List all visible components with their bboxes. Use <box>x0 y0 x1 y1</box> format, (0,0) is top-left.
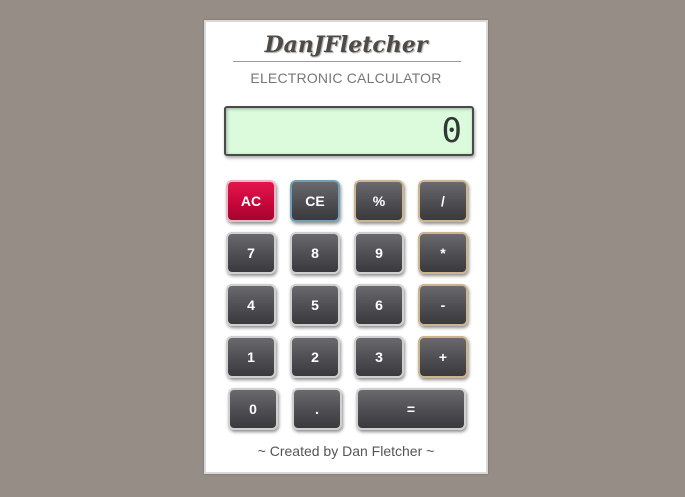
digit-3-button[interactable]: 3 <box>354 336 404 378</box>
footer-credit: ~ Created by Dan Fletcher ~ <box>257 443 435 459</box>
calculator-subtitle: ELECTRONIC CALCULATOR <box>250 70 442 86</box>
equals-button[interactable]: = <box>356 388 466 430</box>
digit-5-button[interactable]: 5 <box>290 284 340 326</box>
all-clear-button[interactable]: AC <box>226 180 276 222</box>
percent-button[interactable]: % <box>354 180 404 222</box>
title-divider <box>233 61 461 62</box>
digit-9-button[interactable]: 9 <box>354 232 404 274</box>
calculator-display: 0 <box>224 106 474 156</box>
calculator: DanJFletcher ELECTRONIC CALCULATOR 0 AC … <box>204 20 488 474</box>
digit-0-button[interactable]: 0 <box>228 388 278 430</box>
brand-title: DanJFletcher <box>264 32 428 58</box>
digit-6-button[interactable]: 6 <box>354 284 404 326</box>
digit-4-button[interactable]: 4 <box>226 284 276 326</box>
digit-8-button[interactable]: 8 <box>290 232 340 274</box>
minus-button[interactable]: - <box>418 284 468 326</box>
plus-button[interactable]: + <box>418 336 468 378</box>
digit-1-button[interactable]: 1 <box>226 336 276 378</box>
decimal-button[interactable]: . <box>292 388 342 430</box>
digit-2-button[interactable]: 2 <box>290 336 340 378</box>
digit-7-button[interactable]: 7 <box>226 232 276 274</box>
multiply-button[interactable]: * <box>418 232 468 274</box>
clear-entry-button[interactable]: CE <box>290 180 340 222</box>
divide-button[interactable]: / <box>418 180 468 222</box>
